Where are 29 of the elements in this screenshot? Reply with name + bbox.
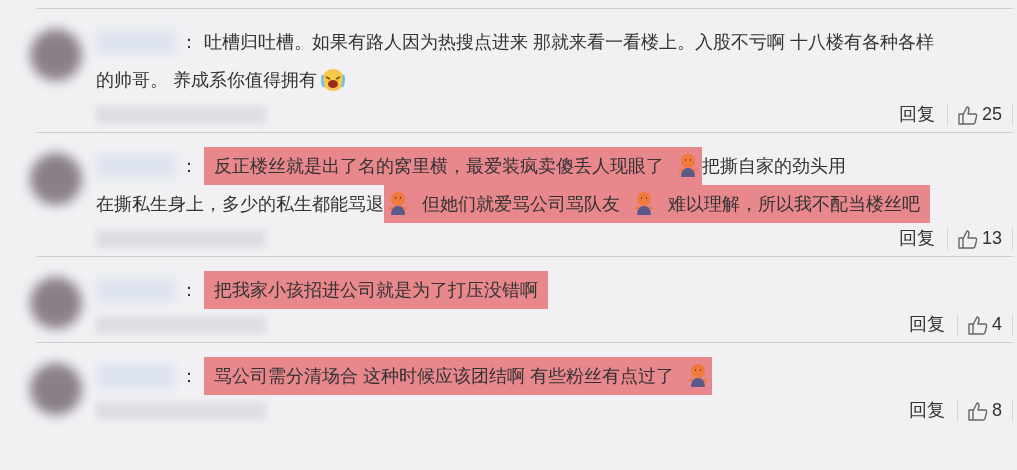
comment-text: 骂公司需分清场合 这种时候应该团结啊 有些粉丝有点过了 xyxy=(204,357,684,395)
blurred-avatar xyxy=(30,363,82,415)
colon: ： xyxy=(180,364,198,388)
comment-text: 的帅哥。 养成系你值得拥有 xyxy=(96,68,317,92)
like-button[interactable]: 25 xyxy=(947,101,1012,128)
thumbs-up-icon xyxy=(957,104,978,125)
thumbs-up-icon xyxy=(968,314,988,335)
blurred-avatar xyxy=(30,153,82,205)
comment-text: 把我家小孩招进公司就是为了打压没错啊 xyxy=(204,271,548,309)
blurred-avatar xyxy=(30,29,82,81)
comment-text: 在撕私生身上，多少的私生都能骂退 xyxy=(96,192,384,216)
colon: ： xyxy=(180,278,198,302)
reply-link[interactable]: 回复 xyxy=(886,101,947,128)
like-button[interactable]: 8 xyxy=(958,397,1012,424)
thumbs-up-icon xyxy=(968,400,988,421)
colon: ： xyxy=(180,30,198,54)
blurred-avatar xyxy=(30,277,82,329)
reply-link[interactable]: 回复 xyxy=(897,397,957,424)
colon: ： xyxy=(180,154,198,178)
comment-text: 把撕自家的劲头用 xyxy=(702,154,846,178)
reply-link[interactable]: 回复 xyxy=(886,225,947,252)
comment-text: 反正楼丝就是出了名的窝里横，最爱装疯卖傻丢人现眼了 xyxy=(204,147,674,185)
comment-text: 但她们就爱骂公司骂队友 xyxy=(412,185,630,223)
reply-link[interactable]: 回复 xyxy=(897,311,957,338)
comment-text: 难以理解，所以我不配当楼丝吧 xyxy=(658,185,930,223)
like-button[interactable]: 13 xyxy=(947,225,1012,252)
like-button[interactable]: 4 xyxy=(958,311,1012,338)
thumbs-up-icon xyxy=(957,228,978,249)
comment-text: 吐槽归吐槽。如果有路人因为热搜点进来 那就来看一看楼上。入股不亏啊 十八楼有各种各样 xyxy=(204,30,934,54)
